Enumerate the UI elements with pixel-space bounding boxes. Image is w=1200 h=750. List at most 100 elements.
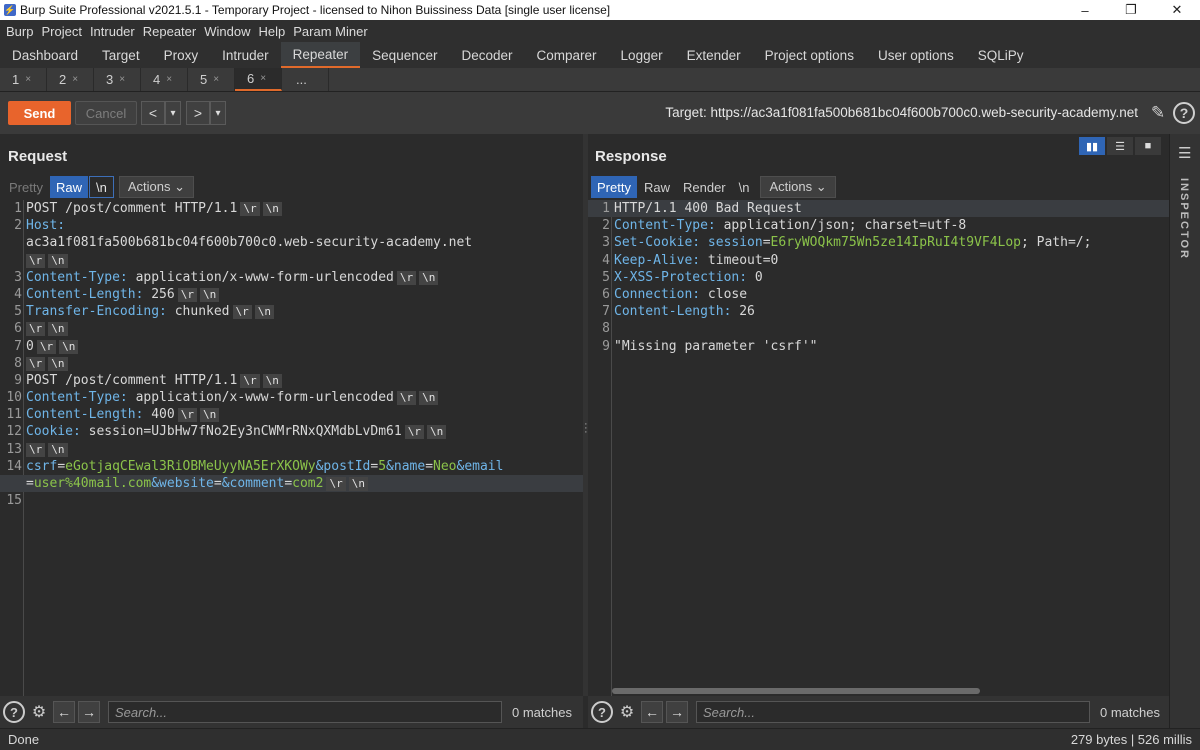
- repeater-tab-4[interactable]: 4 ×: [141, 68, 188, 91]
- menu-project[interactable]: Project: [37, 24, 85, 39]
- header-value: 400: [143, 407, 175, 423]
- search-input[interactable]: Search...: [696, 701, 1090, 723]
- tab-show-newlines[interactable]: \n: [88, 176, 114, 198]
- tab-dashboard[interactable]: Dashboard: [0, 42, 90, 68]
- inspector-label[interactable]: INSPECTOR: [1178, 178, 1190, 260]
- previous-match-button[interactable]: ←: [641, 701, 663, 723]
- code-line: 3 Set-Cookie: session=E6ryWOQkm75Wn5ze14I…: [588, 234, 1169, 251]
- forward-history-button[interactable]: ▾: [210, 101, 226, 125]
- edit-target-icon[interactable]: ✎: [1148, 103, 1168, 123]
- request-editor[interactable]: 1 POST /post/comment HTTP/1.1 \r \n 2 Host: …: [0, 200, 583, 696]
- repeater-tab-6[interactable]: 6 ×: [235, 68, 282, 91]
- line-number: 10: [6, 390, 22, 406]
- code-line: 8: [588, 320, 1169, 337]
- code-line: 14 csrf=eGotjaqCEwal3RiOBMeUyyNA5ErXKOWy&…: [0, 458, 583, 475]
- cr-marker: \r: [404, 425, 424, 440]
- actions-dropdown[interactable]: Actions ⌄: [118, 176, 194, 198]
- back-history-button[interactable]: ▾: [165, 101, 181, 125]
- tab-render[interactable]: Render: [677, 176, 732, 198]
- repeater-tab-1[interactable]: 1 ×: [0, 68, 47, 91]
- close-tab-icon[interactable]: ×: [119, 74, 125, 85]
- code-line: 6 \r \n: [0, 320, 583, 337]
- close-tab-icon[interactable]: ×: [213, 74, 219, 85]
- line-number: 12: [6, 424, 22, 440]
- line-number: 8: [602, 321, 610, 337]
- close-tab-icon[interactable]: ×: [260, 73, 266, 84]
- repeater-tabs: 1 × 2 × 3 × 4 × 5 × 6 × ...: [0, 68, 1200, 92]
- close-tab-icon[interactable]: ×: [72, 74, 78, 85]
- tab-extender[interactable]: Extender: [675, 42, 753, 68]
- send-button[interactable]: Send: [8, 101, 71, 125]
- menu-burp[interactable]: Burp: [2, 24, 37, 39]
- menu-window[interactable]: Window: [200, 24, 254, 39]
- help-icon[interactable]: ?: [3, 701, 25, 723]
- cr-marker: \r: [177, 287, 197, 302]
- split-rows-icon[interactable]: ☰: [1107, 137, 1133, 155]
- header-name: Content-Type:: [614, 218, 716, 234]
- status-text: Done: [8, 732, 40, 747]
- actions-dropdown[interactable]: Actions ⌄: [760, 176, 836, 198]
- tab-comparer[interactable]: Comparer: [525, 42, 609, 68]
- equals-sign: =: [213, 476, 222, 491]
- previous-match-button[interactable]: ←: [53, 701, 75, 723]
- param-value: eGotjaqCEwal3RiOBMeUyyNA5ErXKOWy: [65, 458, 316, 474]
- cookie-attributes: ; Path=/;: [1021, 235, 1092, 251]
- cr-marker: \r: [177, 408, 197, 423]
- close-button[interactable]: ✕: [1154, 0, 1200, 20]
- minimize-button[interactable]: –: [1062, 0, 1108, 20]
- tab-pretty[interactable]: Pretty: [3, 176, 49, 198]
- menu-intruder[interactable]: Intruder: [86, 24, 139, 39]
- code-line: 10 Content-Type: application/x-www-form-u…: [0, 389, 583, 406]
- tab-user-options[interactable]: User options: [866, 42, 966, 68]
- close-tab-icon[interactable]: ×: [166, 74, 172, 85]
- param-value: user%40mail.com: [33, 476, 152, 491]
- tab-show-newlines[interactable]: \n: [733, 176, 756, 198]
- tab-repeater[interactable]: Repeater: [280, 42, 361, 68]
- next-match-button[interactable]: →: [78, 701, 100, 723]
- tab-raw[interactable]: Raw: [638, 176, 676, 198]
- menu-help[interactable]: Help: [254, 24, 289, 39]
- response-editor[interactable]: 1 HTTP/1.1 400 Bad Request 2 Content-Type:…: [588, 200, 1169, 696]
- tab-pretty[interactable]: Pretty: [591, 176, 637, 198]
- tab-decoder[interactable]: Decoder: [449, 42, 524, 68]
- repeater-tab-3[interactable]: 3 ×: [94, 68, 141, 91]
- forward-button[interactable]: >: [186, 101, 210, 125]
- close-tab-icon[interactable]: ×: [25, 74, 31, 85]
- help-icon[interactable]: ?: [591, 701, 613, 723]
- code-line: 8 \r \n: [0, 355, 583, 372]
- tab-intruder[interactable]: Intruder: [210, 42, 281, 68]
- repeater-tab-2[interactable]: 2 ×: [47, 68, 94, 91]
- next-match-button[interactable]: →: [666, 701, 688, 723]
- back-button[interactable]: <: [141, 101, 165, 125]
- tab-sqlipy[interactable]: SQLiPy: [966, 42, 1036, 68]
- tab-proxy[interactable]: Proxy: [152, 42, 211, 68]
- response-search-bar: ? ⚙ ← → Search... 0 matches: [588, 696, 1169, 728]
- repeater-tab-5[interactable]: 5 ×: [188, 68, 235, 91]
- cancel-button[interactable]: Cancel: [75, 101, 137, 125]
- menu-repeater[interactable]: Repeater: [139, 24, 200, 39]
- inspector-sidebar[interactable]: ☰ INSPECTOR: [1169, 134, 1200, 728]
- tab-raw[interactable]: Raw: [49, 176, 88, 198]
- tab-logger[interactable]: Logger: [609, 42, 675, 68]
- header-value: chunked: [166, 304, 230, 320]
- line-number: 13: [6, 441, 22, 457]
- gear-icon[interactable]: ⚙: [28, 701, 50, 723]
- inspector-menu-icon[interactable]: ☰: [1178, 144, 1191, 162]
- repeater-tab-label: 2: [59, 72, 67, 87]
- new-tab-button[interactable]: ...: [282, 68, 329, 91]
- gear-icon[interactable]: ⚙: [616, 701, 638, 723]
- search-input[interactable]: Search...: [108, 701, 502, 723]
- restore-button[interactable]: ❐: [1108, 0, 1154, 20]
- request-view-tabs: Pretty Raw \n Actions ⌄: [3, 176, 195, 198]
- horizontal-scrollbar[interactable]: [612, 688, 980, 694]
- tab-sequencer[interactable]: Sequencer: [360, 42, 449, 68]
- tab-target[interactable]: Target: [90, 42, 152, 68]
- help-icon[interactable]: ?: [1173, 102, 1195, 124]
- equals-sign: =: [762, 235, 771, 251]
- header-name: Content-Length:: [614, 304, 732, 320]
- single-pane-icon[interactable]: ■: [1135, 137, 1161, 155]
- code-line: 5 X-XSS-Protection: 0: [588, 269, 1169, 286]
- tab-project-options[interactable]: Project options: [753, 42, 866, 68]
- menu-param-miner[interactable]: Param Miner: [289, 24, 371, 39]
- split-columns-icon[interactable]: ▮▮: [1079, 137, 1105, 155]
